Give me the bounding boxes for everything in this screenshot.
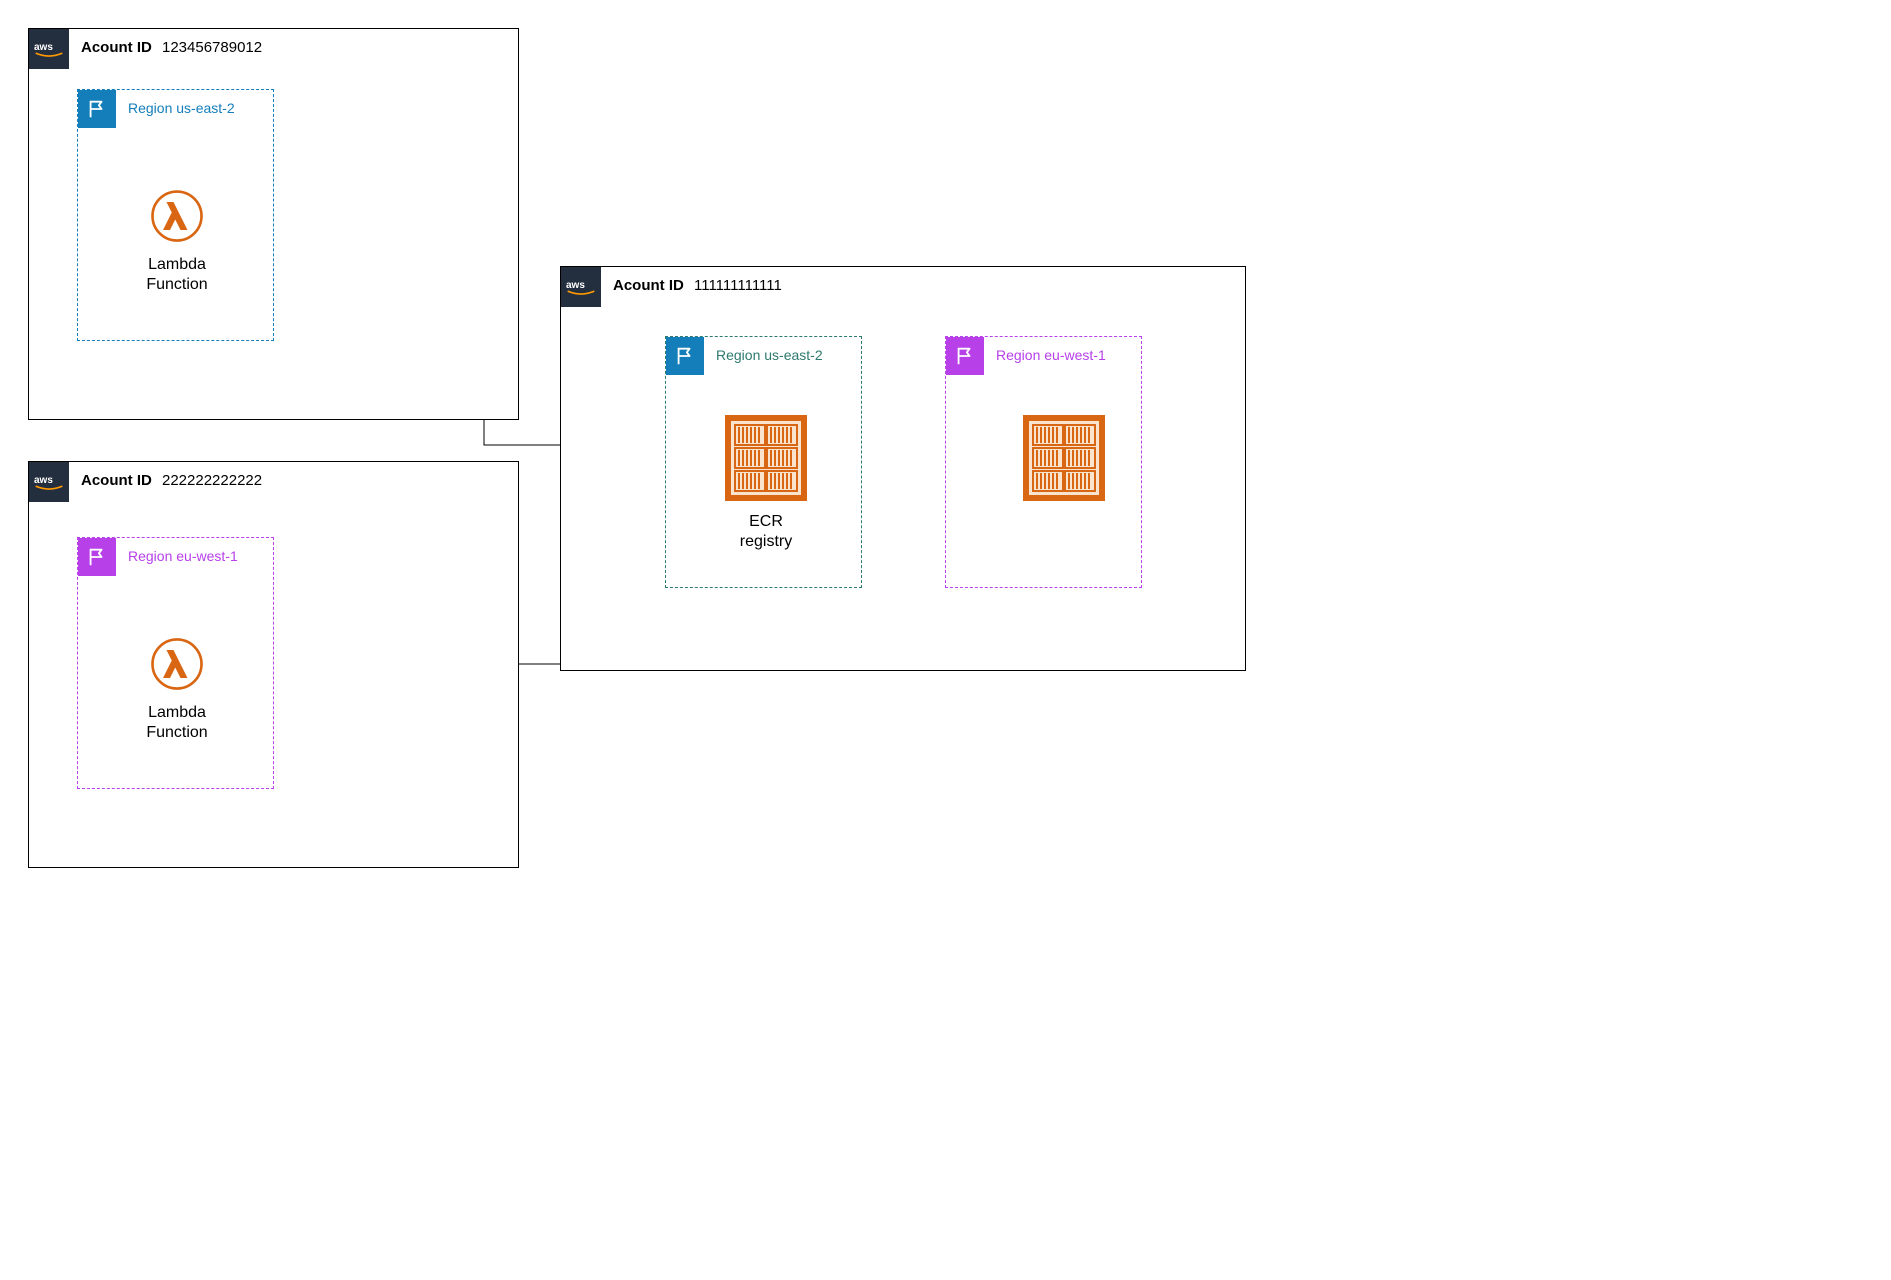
ecr-sub-1: registry [706,532,826,552]
region-box-3: Region us-east-2 [665,336,862,588]
lambda-service-1: Lambda Function [122,188,232,295]
region-box-2: Region eu-west-1 Lambda Function [77,537,274,789]
account-box-2: aws Acount ID 222222222222 Region eu-wes… [28,461,519,868]
account-id-2: 222222222222 [162,472,262,489]
flag-icon [78,538,116,576]
svg-text:aws: aws [34,42,53,53]
lambda-name-1: Lambda [122,255,232,275]
svg-text:aws: aws [566,280,585,291]
lambda-icon [149,188,205,244]
aws-logo-icon: aws [29,462,69,502]
account-label-text-3: Acount ID [613,277,684,294]
region-label-3: Region us-east-2 [716,347,823,363]
lambda-sub-2: Function [122,723,232,743]
region-label-2: Region eu-west-1 [128,548,238,564]
account-label-3: Acount ID 111111111111 [613,277,782,294]
ecr-service-1: ECR registry [706,415,826,552]
lambda-caption-2: Lambda Function [122,703,232,743]
flag-icon [78,90,116,128]
lambda-caption-1: Lambda Function [122,255,232,295]
ecr-registry-icon [725,415,807,501]
account-id-3: 111111111111 [694,277,782,294]
lambda-service-2: Lambda Function [122,636,232,743]
flag-icon [946,337,984,375]
account-label-text-1: Acount ID [81,39,152,56]
account-label-2: Acount ID 222222222222 [81,472,262,489]
ecr-registry-icon [1023,415,1105,501]
aws-logo-icon: aws [561,267,601,307]
lambda-sub-1: Function [122,275,232,295]
ecr-service-2 [1004,415,1124,506]
lambda-name-2: Lambda [122,703,232,723]
aws-logo-icon: aws [29,29,69,69]
account-box-1: aws Acount ID 123456789012 Region us-eas… [28,28,519,420]
region-box-4: Region eu-west-1 [945,336,1142,588]
region-box-1: Region us-east-2 Lambda Function [77,89,274,341]
region-label-1: Region us-east-2 [128,100,235,116]
lambda-icon [149,636,205,692]
svg-text:aws: aws [34,475,53,486]
account-id-1: 123456789012 [162,39,262,56]
account-label-1: Acount ID 123456789012 [81,39,262,56]
flag-icon [666,337,704,375]
diagram-canvas: Pull Imgae Pull Imgae Image Replication … [0,0,1891,1280]
ecr-caption-1: ECR registry [706,512,826,552]
region-label-4: Region eu-west-1 [996,347,1106,363]
account-label-text-2: Acount ID [81,472,152,489]
account-box-3: aws Acount ID 111111111111 Region us-eas… [560,266,1246,671]
ecr-name-1: ECR [706,512,826,532]
